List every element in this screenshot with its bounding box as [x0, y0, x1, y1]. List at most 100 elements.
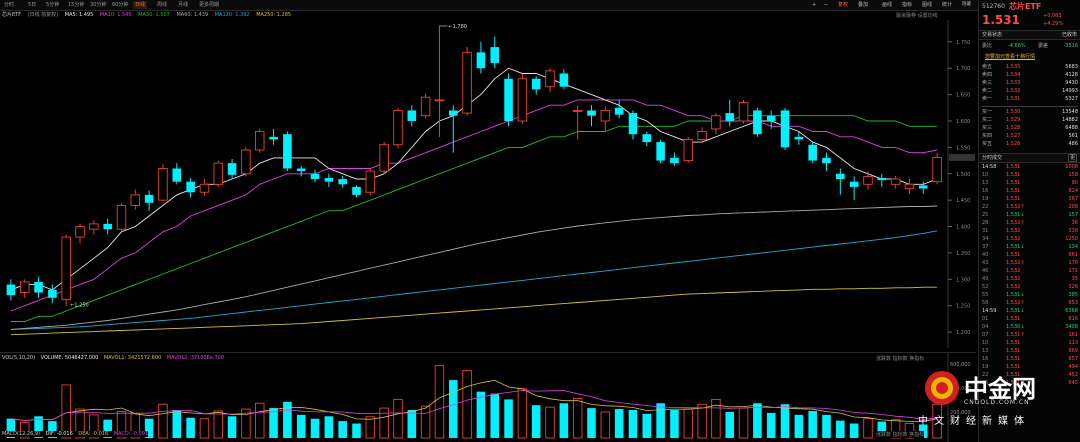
candle-body — [420, 96, 431, 117]
candle-body — [338, 179, 347, 185]
volume-bar — [213, 410, 224, 439]
cngold-logo-icon — [925, 371, 959, 405]
volume-bar — [587, 408, 596, 438]
tick-row: 34 1.532 1250 — [982, 236, 1078, 243]
hide-button[interactable]: 隐藏 — [960, 1, 973, 9]
candle-body — [600, 109, 611, 122]
tick-time: 34 — [982, 236, 989, 242]
tick-time: 55 — [982, 292, 989, 298]
tick-price: 1.531 — [1006, 180, 1021, 186]
tick-price: 1.532 — [1006, 276, 1021, 282]
candle-body — [199, 183, 210, 193]
macd-legend-macd: MACD: -0.001 — [113, 431, 149, 437]
tick-title: 分时成交 — [982, 155, 1003, 161]
tab-monthly[interactable]: 月线 — [176, 1, 190, 9]
legend-settings[interactable]: 融资融券 设置均线 — [896, 12, 938, 19]
volume-bar — [697, 403, 707, 439]
volume-bar — [172, 410, 182, 438]
tab-more-periods[interactable]: 更多周期 — [197, 1, 221, 9]
tick-time: 22 — [982, 204, 989, 210]
tick-time: 10 — [982, 172, 989, 178]
volume-bar — [642, 413, 652, 438]
macd-legend-dif: DIF: -0.016 — [45, 431, 73, 437]
candle-body — [103, 223, 112, 230]
volume-bar — [324, 416, 334, 438]
tab-60min[interactable]: 60分钟 — [110, 1, 130, 9]
ask-label: 卖五 — [982, 64, 993, 70]
chart-line-button[interactable]: 图线 — [920, 1, 934, 9]
overlay-button[interactable]: 叠加 — [856, 1, 870, 9]
candle-body — [283, 134, 292, 169]
volume-bar — [227, 416, 237, 438]
candlestick-chart[interactable]: 1.750 1.700 1.650 1.600 1.550 1.500 1.450 1.400… — [0, 20, 976, 348]
volume-bar — [545, 406, 555, 439]
tab-5min[interactable]: 5分钟 — [44, 1, 61, 9]
tick-time: 07 — [982, 332, 989, 338]
high-mark-label: ←1.780 — [448, 24, 467, 30]
level10-link[interactable]: 您要加元查看十档行情 — [985, 53, 1035, 60]
tick-price: 1.531↓ — [1006, 308, 1025, 314]
tick-row: 19 1.531 367 — [982, 196, 1078, 203]
stats-button[interactable]: 统计 — [940, 1, 954, 9]
tick-price: 1.532↑ — [1006, 220, 1025, 226]
price-tick-label: 1.600 — [956, 119, 970, 125]
bid-price: 1.528 — [1006, 125, 1021, 131]
tick-volume: 161 — [1068, 332, 1078, 338]
ask-volume: 5327 — [1065, 96, 1078, 102]
legend-ma60: MA60: 1.439 — [176, 12, 209, 18]
bid-price: 1.529 — [1006, 117, 1021, 123]
tab-daily[interactable]: 日线 — [133, 1, 148, 9]
zoom-out-icon[interactable]: − — [822, 1, 830, 9]
tick-time: 52 — [982, 284, 989, 290]
ask-volume: 4128 — [1065, 72, 1078, 78]
price-tick-label: 1.250 — [956, 304, 970, 310]
volume-bar — [628, 410, 638, 438]
zoom-in-icon[interactable]: + — [810, 1, 818, 9]
volume-bar — [780, 404, 790, 438]
tick-row: 40 1.531 661 — [982, 252, 1078, 259]
candle-body — [6, 284, 16, 296]
tab-intraday[interactable]: 分时 — [2, 1, 16, 9]
weibi-label: 委比 — [982, 43, 993, 49]
ask-label: 卖二 — [982, 88, 993, 94]
candle-body — [476, 52, 486, 69]
macd-panel-actions[interactable]: 涨跌数 指标数 换指标 — [876, 431, 925, 438]
tick-time: 58 — [982, 300, 989, 306]
candle-body — [48, 289, 57, 298]
tab-weekly[interactable]: 周线 — [155, 1, 169, 9]
volume-bar — [490, 393, 500, 438]
tick-time: 16 — [982, 356, 989, 362]
tick-row: 10 1.531 113 — [982, 340, 1078, 347]
bid-volume: 561 — [1068, 133, 1078, 139]
tab-5day[interactable]: 5日 — [26, 1, 38, 9]
indicator-button[interactable]: 指标 — [900, 1, 914, 9]
legend-mode[interactable]: (日线 前复权) — [28, 12, 59, 18]
legend-ma250: MA250: 1.285 — [256, 12, 292, 18]
volume-bar — [269, 408, 278, 438]
adjust-button[interactable]: 复权 — [836, 1, 850, 9]
tab-30min[interactable]: 30分钟 — [88, 1, 108, 9]
bid-label: 买五 — [982, 141, 993, 147]
tick-volume: 661 — [1068, 252, 1078, 258]
tab-15min[interactable]: 15分钟 — [66, 1, 86, 9]
volume-bar — [379, 407, 389, 439]
draw-line-button[interactable]: 画线 — [880, 1, 894, 9]
weicha-value: -3516 — [1063, 43, 1078, 49]
candle-body — [711, 115, 721, 130]
candle-body — [932, 156, 942, 183]
tick-volume: 657 — [1068, 356, 1078, 362]
stock-name: 芯片ETF — [1009, 2, 1042, 11]
tick-price: 1.531↓ — [1006, 212, 1025, 218]
tick-more-button[interactable]: 更 — [1067, 154, 1077, 162]
bid-row: 买一 1.530 13548 — [982, 109, 1078, 116]
tick-time: 25 — [982, 212, 989, 218]
candle-body — [61, 236, 71, 300]
ask-price: 1.535 — [1006, 64, 1021, 70]
legend-ma120: MA120: 1.392 — [214, 12, 250, 18]
volume-chart[interactable]: 600,000400,000200,000 — [0, 352, 976, 442]
volume-bar — [434, 365, 445, 439]
weicha-label: 委差 — [1038, 43, 1049, 49]
volume-bar — [186, 417, 195, 438]
volume-bar — [683, 408, 694, 439]
candle-body — [904, 183, 915, 189]
